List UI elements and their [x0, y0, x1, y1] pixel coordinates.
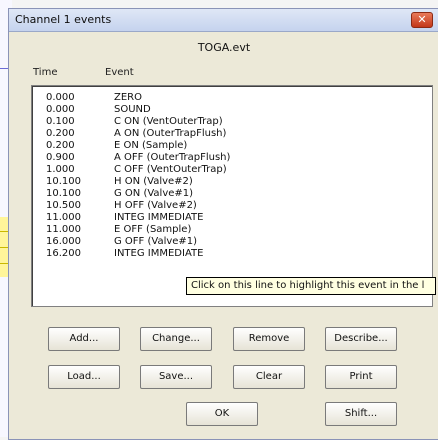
event-description: G OFF (Valve#1) [114, 236, 198, 247]
event-description: E ON (Sample) [114, 140, 188, 151]
file-name: TOGA.evt [197, 41, 251, 54]
event-time: 16.000 [46, 236, 81, 247]
ok-button[interactable]: OK [186, 402, 258, 426]
event-time: 10.100 [46, 188, 81, 199]
add-button[interactable]: Add... [48, 327, 120, 351]
event-time: 10.100 [46, 176, 81, 187]
event-row[interactable]: 10.100 G ON (Valve#1) [32, 188, 432, 200]
clear-button[interactable]: Clear [233, 365, 305, 389]
event-description: H OFF (Valve#2) [114, 200, 197, 211]
event-description: C OFF (VentOuterTrap) [114, 164, 227, 175]
window-title: Channel 1 events [15, 13, 112, 26]
title-bar[interactable]: Channel 1 events ✕ [9, 9, 438, 32]
event-row[interactable]: 0.900 A OFF (OuterTrapFlush) [32, 152, 432, 164]
event-description: A ON (OuterTrapFlush) [114, 128, 227, 139]
event-row[interactable]: 0.000 SOUND [32, 104, 432, 116]
column-header-time: Time [33, 67, 58, 78]
tooltip: Click on this line to highlight this eve… [186, 277, 436, 295]
event-time: 1.000 [46, 164, 75, 175]
event-time: 11.000 [46, 224, 81, 235]
event-row[interactable]: 11.000 E OFF (Sample) [32, 224, 432, 236]
describe-button[interactable]: Describe... [325, 327, 397, 351]
save-button[interactable]: Save... [140, 365, 212, 389]
event-description: ZERO [114, 92, 142, 103]
event-description: H ON (Valve#2) [114, 176, 193, 187]
event-row[interactable]: 0.200 E ON (Sample) [32, 140, 432, 152]
event-time: 0.000 [46, 92, 75, 103]
event-row[interactable]: 10.500 H OFF (Valve#2) [32, 200, 432, 212]
remove-button[interactable]: Remove [233, 327, 305, 351]
event-row[interactable]: 16.000 G OFF (Valve#1) [32, 236, 432, 248]
event-time: 0.900 [46, 152, 75, 163]
event-description: C ON (VentOuterTrap) [114, 116, 223, 127]
event-row[interactable]: 1.000 C OFF (VentOuterTrap) [32, 164, 432, 176]
event-description: A OFF (OuterTrapFlush) [114, 152, 231, 163]
shift-button[interactable]: Shift... [325, 402, 397, 426]
event-row[interactable]: 10.100 H ON (Valve#2) [32, 176, 432, 188]
close-button[interactable]: ✕ [411, 12, 433, 28]
event-row[interactable]: 16.200 INTEG IMMEDIATE [32, 248, 432, 260]
event-description: E OFF (Sample) [114, 224, 192, 235]
event-time: 0.200 [46, 128, 75, 139]
event-list[interactable]: 0.000 ZERO 0.000 SOUND 0.100 C ON (VentOuterT… [31, 85, 433, 307]
change-button[interactable]: Change... [140, 327, 212, 351]
event-description: G ON (Valve#1) [114, 188, 194, 199]
event-time: 0.200 [46, 140, 75, 151]
event-row[interactable]: 11.000 INTEG IMMEDIATE [32, 212, 432, 224]
print-button[interactable]: Print [325, 365, 397, 389]
event-description: SOUND [114, 104, 151, 115]
event-time: 0.100 [46, 116, 75, 127]
event-time: 10.500 [46, 200, 81, 211]
event-row[interactable]: 0.200 A ON (OuterTrapFlush) [32, 128, 432, 140]
event-time: 0.000 [46, 104, 75, 115]
close-icon: ✕ [417, 13, 427, 26]
event-description: INTEG IMMEDIATE [114, 248, 204, 259]
load-button[interactable]: Load... [48, 365, 120, 389]
event-row[interactable]: 0.100 C ON (VentOuterTrap) [32, 116, 432, 128]
event-description: INTEG IMMEDIATE [114, 212, 204, 223]
event-time: 11.000 [46, 212, 81, 223]
event-time: 16.200 [46, 248, 81, 259]
event-row[interactable]: 0.000 ZERO [32, 92, 432, 104]
column-header-event: Event [105, 67, 134, 78]
